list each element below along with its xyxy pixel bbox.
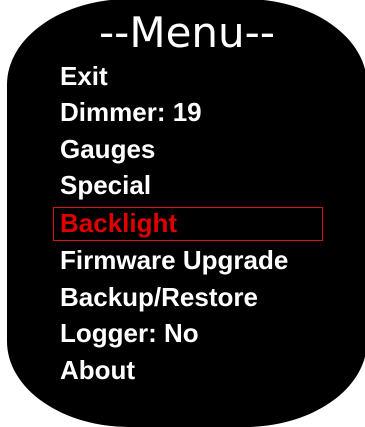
menu-item-about[interactable]: About	[60, 354, 135, 386]
menu-item-backup-restore[interactable]: Backup/Restore	[60, 281, 258, 313]
menu-item-logger[interactable]: Logger: No	[60, 317, 199, 349]
menu-item-exit[interactable]: Exit	[60, 60, 108, 92]
menu-item-firmware-upgrade[interactable]: Firmware Upgrade	[60, 244, 288, 276]
menu-item-backlight[interactable]: Backlight	[53, 207, 323, 241]
menu-item-special[interactable]: Special	[60, 169, 151, 201]
menu-list: Exit Dimmer: 19 Gauges Special Backlight…	[7, 0, 365, 427]
menu-item-dimmer[interactable]: Dimmer: 19	[60, 96, 202, 128]
menu-item-gauges[interactable]: Gauges	[60, 133, 155, 165]
device-screen: --Menu-- Exit Dimmer: 19 Gauges Special …	[7, 0, 365, 427]
